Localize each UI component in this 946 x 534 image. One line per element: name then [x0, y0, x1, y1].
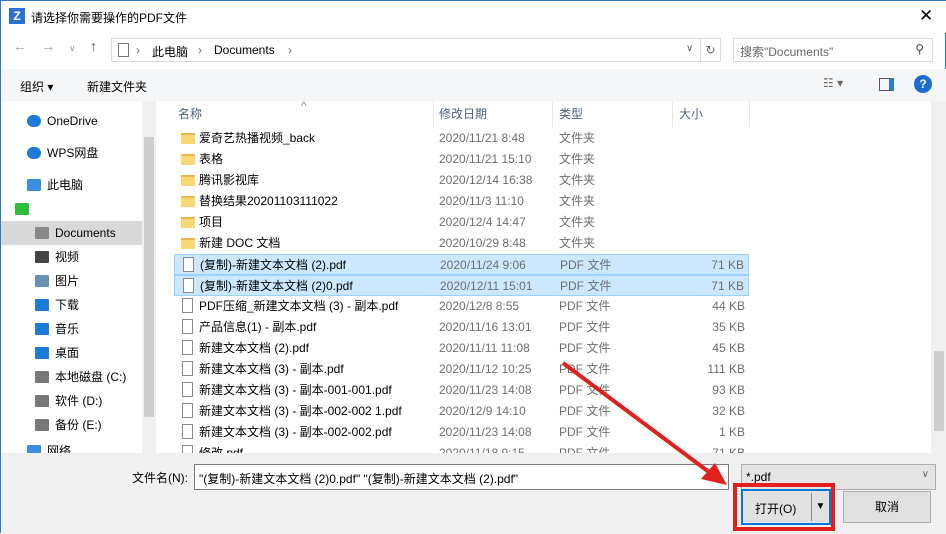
annotation-arrowhead	[701, 463, 727, 485]
annotation-highlight-box	[733, 483, 835, 531]
file-open-dialog: Z 请选择你需要操作的PDF文件 ✕ ← → ∨ ↑ › 此电脑 › Docum…	[0, 0, 946, 534]
annotation-overlay	[561, 361, 835, 531]
annotation-arrow	[561, 361, 715, 477]
